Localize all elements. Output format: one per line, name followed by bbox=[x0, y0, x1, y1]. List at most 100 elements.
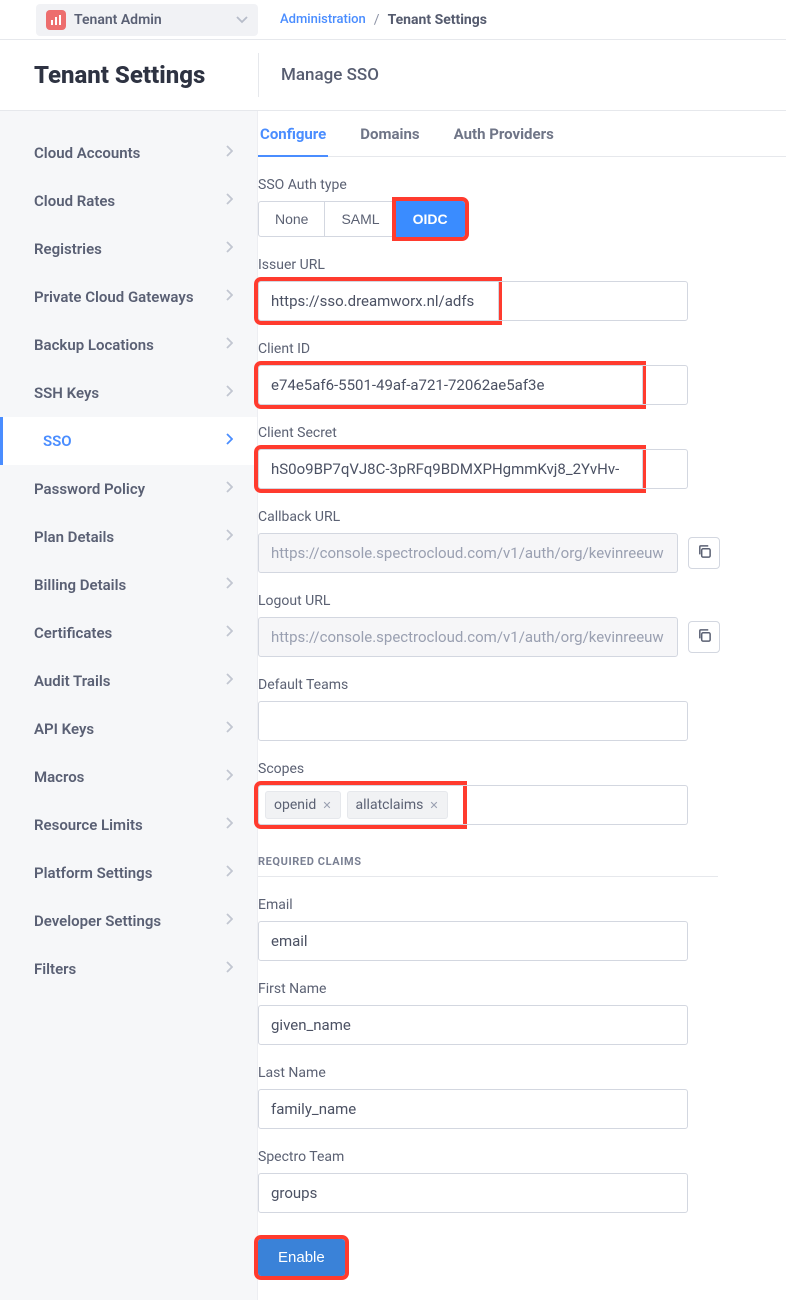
titlebar: Tenant Settings Manage SSO bbox=[0, 40, 786, 110]
tenant-selector-label: Tenant Admin bbox=[74, 12, 162, 28]
breadcrumb: Administration / Tenant Settings bbox=[280, 12, 487, 28]
sidebar-item-label: SSH Keys bbox=[34, 384, 99, 402]
logout-url: https://console.spectrocloud.com/v1/auth… bbox=[258, 617, 678, 657]
sidebar-item-label: Resource Limits bbox=[34, 816, 143, 834]
sidebar-item-ssh-keys[interactable]: SSH Keys bbox=[0, 369, 257, 417]
sidebar-item-developer-settings[interactable]: Developer Settings bbox=[0, 897, 257, 945]
last-name-claim-input[interactable] bbox=[258, 1089, 688, 1129]
client-secret-input-right[interactable] bbox=[642, 449, 688, 489]
sidebar-item-filters[interactable]: Filters bbox=[0, 945, 257, 993]
sidebar-item-private-cloud-gateways[interactable]: Private Cloud Gateways bbox=[0, 273, 257, 321]
section-title: Manage SSO bbox=[281, 65, 379, 85]
sidebar-item-label: Plan Details bbox=[34, 528, 114, 546]
chevron-right-icon bbox=[225, 241, 233, 257]
sidebar-item-macros[interactable]: Macros bbox=[0, 753, 257, 801]
tab-domains[interactable]: Domains bbox=[358, 125, 421, 157]
chevron-right-icon bbox=[225, 769, 233, 785]
title-divider bbox=[258, 53, 259, 97]
label-client-secret: Client Secret bbox=[258, 425, 754, 441]
required-claims-header: REQUIRED CLAIMS bbox=[258, 855, 718, 877]
scope-tag-label: allatclaims bbox=[356, 797, 424, 813]
scope-tag: allatclaims ✕ bbox=[347, 791, 448, 819]
sidebar-item-password-policy[interactable]: Password Policy bbox=[0, 465, 257, 513]
chevron-right-icon bbox=[225, 385, 233, 401]
tenant-selector[interactable]: Tenant Admin bbox=[36, 4, 258, 36]
sidebar-item-audit-trails[interactable]: Audit Trails bbox=[0, 657, 257, 705]
main-panel: Configure Domains Auth Providers SSO Auth … bbox=[258, 111, 786, 1300]
sidebar-item-api-keys[interactable]: API Keys bbox=[0, 705, 257, 753]
scope-tag-label: openid bbox=[274, 797, 316, 813]
sidebar-item-label: Cloud Accounts bbox=[34, 144, 140, 162]
auth-type-saml[interactable]: SAML bbox=[324, 201, 396, 237]
sidebar-item-label: API Keys bbox=[34, 720, 94, 738]
close-icon[interactable]: ✕ bbox=[429, 799, 438, 812]
sidebar-item-label: Filters bbox=[34, 960, 76, 978]
label-issuer: Issuer URL bbox=[258, 257, 754, 273]
email-claim-input[interactable] bbox=[258, 921, 688, 961]
sidebar-item-plan-details[interactable]: Plan Details bbox=[0, 513, 257, 561]
label-first-name: First Name bbox=[258, 981, 754, 997]
copy-callback-button[interactable] bbox=[688, 537, 720, 569]
chevron-right-icon bbox=[225, 289, 233, 305]
label-logout: Logout URL bbox=[258, 593, 754, 609]
sidebar-item-label: Platform Settings bbox=[34, 864, 152, 882]
copy-icon bbox=[697, 628, 712, 646]
copy-icon bbox=[697, 544, 712, 562]
label-client-id: Client ID bbox=[258, 341, 754, 357]
breadcrumb-separator: / bbox=[374, 12, 380, 28]
breadcrumb-root[interactable]: Administration bbox=[280, 12, 366, 27]
auth-type-segmented: None SAML OIDC bbox=[258, 201, 465, 237]
chevron-right-icon bbox=[225, 145, 233, 161]
sidebar-item-label: Developer Settings bbox=[34, 912, 161, 930]
chevron-right-icon bbox=[225, 625, 233, 641]
callback-url: https://console.spectrocloud.com/v1/auth… bbox=[258, 533, 678, 573]
sidebar-item-label: Private Cloud Gateways bbox=[34, 288, 194, 306]
tabs: Configure Domains Auth Providers bbox=[258, 125, 786, 157]
label-spectro-team: Spectro Team bbox=[258, 1149, 754, 1165]
sidebar-item-label: Certificates bbox=[34, 624, 112, 642]
sidebar-item-resource-limits[interactable]: Resource Limits bbox=[0, 801, 257, 849]
sidebar-item-registries[interactable]: Registries bbox=[0, 225, 257, 273]
scope-tag: openid ✕ bbox=[265, 791, 341, 819]
label-auth-type: SSO Auth type bbox=[258, 177, 754, 193]
sidebar-item-label: Audit Trails bbox=[34, 672, 110, 690]
sidebar-item-sso[interactable]: SSO bbox=[0, 417, 257, 465]
sidebar: Cloud Accounts Cloud RatesRegistries Priva… bbox=[0, 111, 258, 1300]
auth-type-oidc[interactable]: OIDC bbox=[396, 201, 465, 237]
sidebar-item-billing-details[interactable]: Billing Details bbox=[0, 561, 257, 609]
scopes-input-tail[interactable] bbox=[463, 785, 688, 825]
default-teams-input[interactable] bbox=[258, 701, 688, 741]
copy-logout-button[interactable] bbox=[688, 621, 720, 653]
page-title: Tenant Settings bbox=[0, 61, 258, 89]
sidebar-item-cloud-rates[interactable]: Cloud Rates bbox=[0, 177, 257, 225]
spectro-team-claim-input[interactable] bbox=[258, 1173, 688, 1213]
close-icon[interactable]: ✕ bbox=[322, 799, 331, 812]
chevron-right-icon bbox=[225, 337, 233, 353]
scopes-input[interactable]: openid ✕ allatclaims ✕ bbox=[258, 785, 463, 825]
auth-type-none[interactable]: None bbox=[258, 201, 325, 237]
sidebar-item-platform-settings[interactable]: Platform Settings bbox=[0, 849, 257, 897]
issuer-input-right[interactable] bbox=[498, 281, 688, 321]
sidebar-item-label: Backup Locations bbox=[34, 336, 154, 354]
tab-authproviders[interactable]: Auth Providers bbox=[452, 125, 556, 157]
first-name-claim-input[interactable] bbox=[258, 1005, 688, 1045]
chevron-down-icon bbox=[236, 12, 248, 28]
enable-button[interactable]: Enable bbox=[258, 1239, 345, 1276]
issuer-input-left[interactable]: https://sso.dreamworx.nl/adfs bbox=[258, 281, 498, 321]
label-default-teams: Default Teams bbox=[258, 677, 754, 693]
sidebar-item-label: SSO bbox=[43, 432, 72, 450]
label-callback: Callback URL bbox=[258, 509, 754, 525]
sidebar-item-backup-locations[interactable]: Backup Locations bbox=[0, 321, 257, 369]
client-id-input-left[interactable]: e74e5af6-5501-49af-a721-72062ae5af3e bbox=[258, 365, 642, 405]
label-scopes: Scopes bbox=[258, 761, 754, 777]
sidebar-item-label: Billing Details bbox=[34, 576, 126, 594]
topbar: Tenant Admin Administration / Tenant Set… bbox=[0, 0, 786, 40]
chevron-right-icon bbox=[225, 673, 233, 689]
client-secret-input-left[interactable]: hS0o9BP7qVJ8C-3pRFq9BDMXPHgmmKvj8_2YvHv- bbox=[258, 449, 642, 489]
tab-configure[interactable]: Configure bbox=[258, 125, 328, 157]
sidebar-item-label: Macros bbox=[34, 768, 84, 786]
sidebar-item-cloud-accounts[interactable]: Cloud Accounts bbox=[0, 129, 257, 177]
sidebar-item-certificates[interactable]: Certificates bbox=[0, 609, 257, 657]
chevron-right-icon bbox=[225, 817, 233, 833]
client-id-input-right[interactable] bbox=[642, 365, 688, 405]
